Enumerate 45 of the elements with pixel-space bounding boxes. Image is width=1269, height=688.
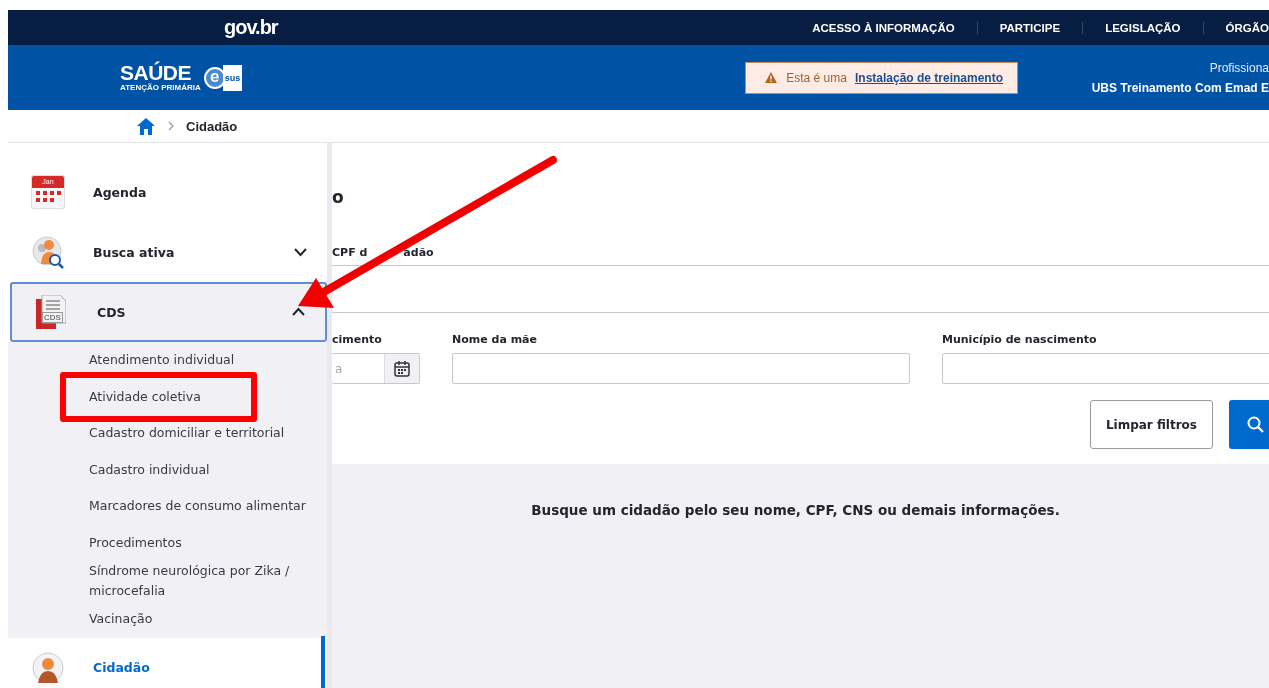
- logo-title: SAÚDE: [120, 62, 191, 83]
- submenu-item[interactable]: Atendimento individual: [8, 342, 327, 379]
- warning-icon: [764, 71, 779, 84]
- field-label: Município de nascimento: [942, 333, 1098, 346]
- submenu-item[interactable]: Vacinação: [8, 601, 327, 638]
- search-field[interactable]: [332, 265, 1269, 313]
- text-field[interactable]: [452, 353, 910, 384]
- logo-badge: e: [203, 66, 226, 89]
- date-placeholder: a: [335, 361, 343, 376]
- text-field[interactable]: [942, 353, 1269, 384]
- chevron-down-icon: [294, 247, 307, 257]
- search-icon: [1247, 416, 1264, 433]
- clear-filters-button[interactable]: Limpar filtros: [1089, 400, 1213, 449]
- logo-subtitle: ATENÇÃO PRIMÁRIA: [120, 83, 201, 93]
- user-role: Profissiona: [1208, 60, 1269, 75]
- field-label: CPF d: [332, 246, 368, 259]
- submenu-item[interactable]: Procedimentos: [8, 524, 327, 561]
- field-label: cimento: [332, 333, 383, 346]
- person-icon: [32, 651, 64, 684]
- breadcrumb-current: Cidadão: [186, 118, 238, 134]
- notice-link[interactable]: Instalação de treinamento: [854, 70, 1003, 85]
- submenu-item[interactable]: Síndrome neurológica por Zika / microcefalia: [8, 561, 327, 601]
- nav-link[interactable]: LEGISLAÇÃO: [1082, 21, 1203, 34]
- empty-state-message: Busque um cidadão pelo seu nome, CPF, CNS ou demais informações.: [531, 502, 1060, 520]
- calendar-icon: [394, 360, 410, 377]
- page-title: o: [332, 187, 345, 209]
- notice-text: Esta é uma: [786, 70, 847, 85]
- submenu-item[interactable]: Cadastro domiciliar e territorial: [8, 415, 327, 452]
- field-label: Nome da mãe: [452, 333, 538, 346]
- logo-brand: sus: [222, 64, 243, 91]
- field-label: adão: [403, 246, 434, 259]
- submenu-item[interactable]: Cadastro individual: [8, 451, 327, 488]
- sidebar-item[interactable]: Busca ativa: [8, 222, 327, 282]
- person-search-icon: [32, 235, 65, 269]
- nav-link[interactable]: ÓRGÃO: [1202, 21, 1269, 34]
- submenu-item[interactable]: Marcadores de consumo alimentar: [8, 488, 327, 525]
- govbr-logo[interactable]: gov.br: [224, 16, 278, 39]
- nav-link[interactable]: ACESSO À INFORMAÇÃO: [790, 21, 977, 34]
- chevron-right-icon: [168, 121, 174, 131]
- home-icon[interactable]: [136, 116, 156, 136]
- nav-link[interactable]: PARTICIPE: [976, 21, 1083, 34]
- user-unit: UBS Treinamento Com Emad E: [1091, 80, 1269, 95]
- chevron-up-icon: [292, 307, 305, 317]
- sidebar-item[interactable]: CDS CDS: [10, 282, 327, 342]
- submenu-item[interactable]: Atividade coletiva: [8, 378, 327, 415]
